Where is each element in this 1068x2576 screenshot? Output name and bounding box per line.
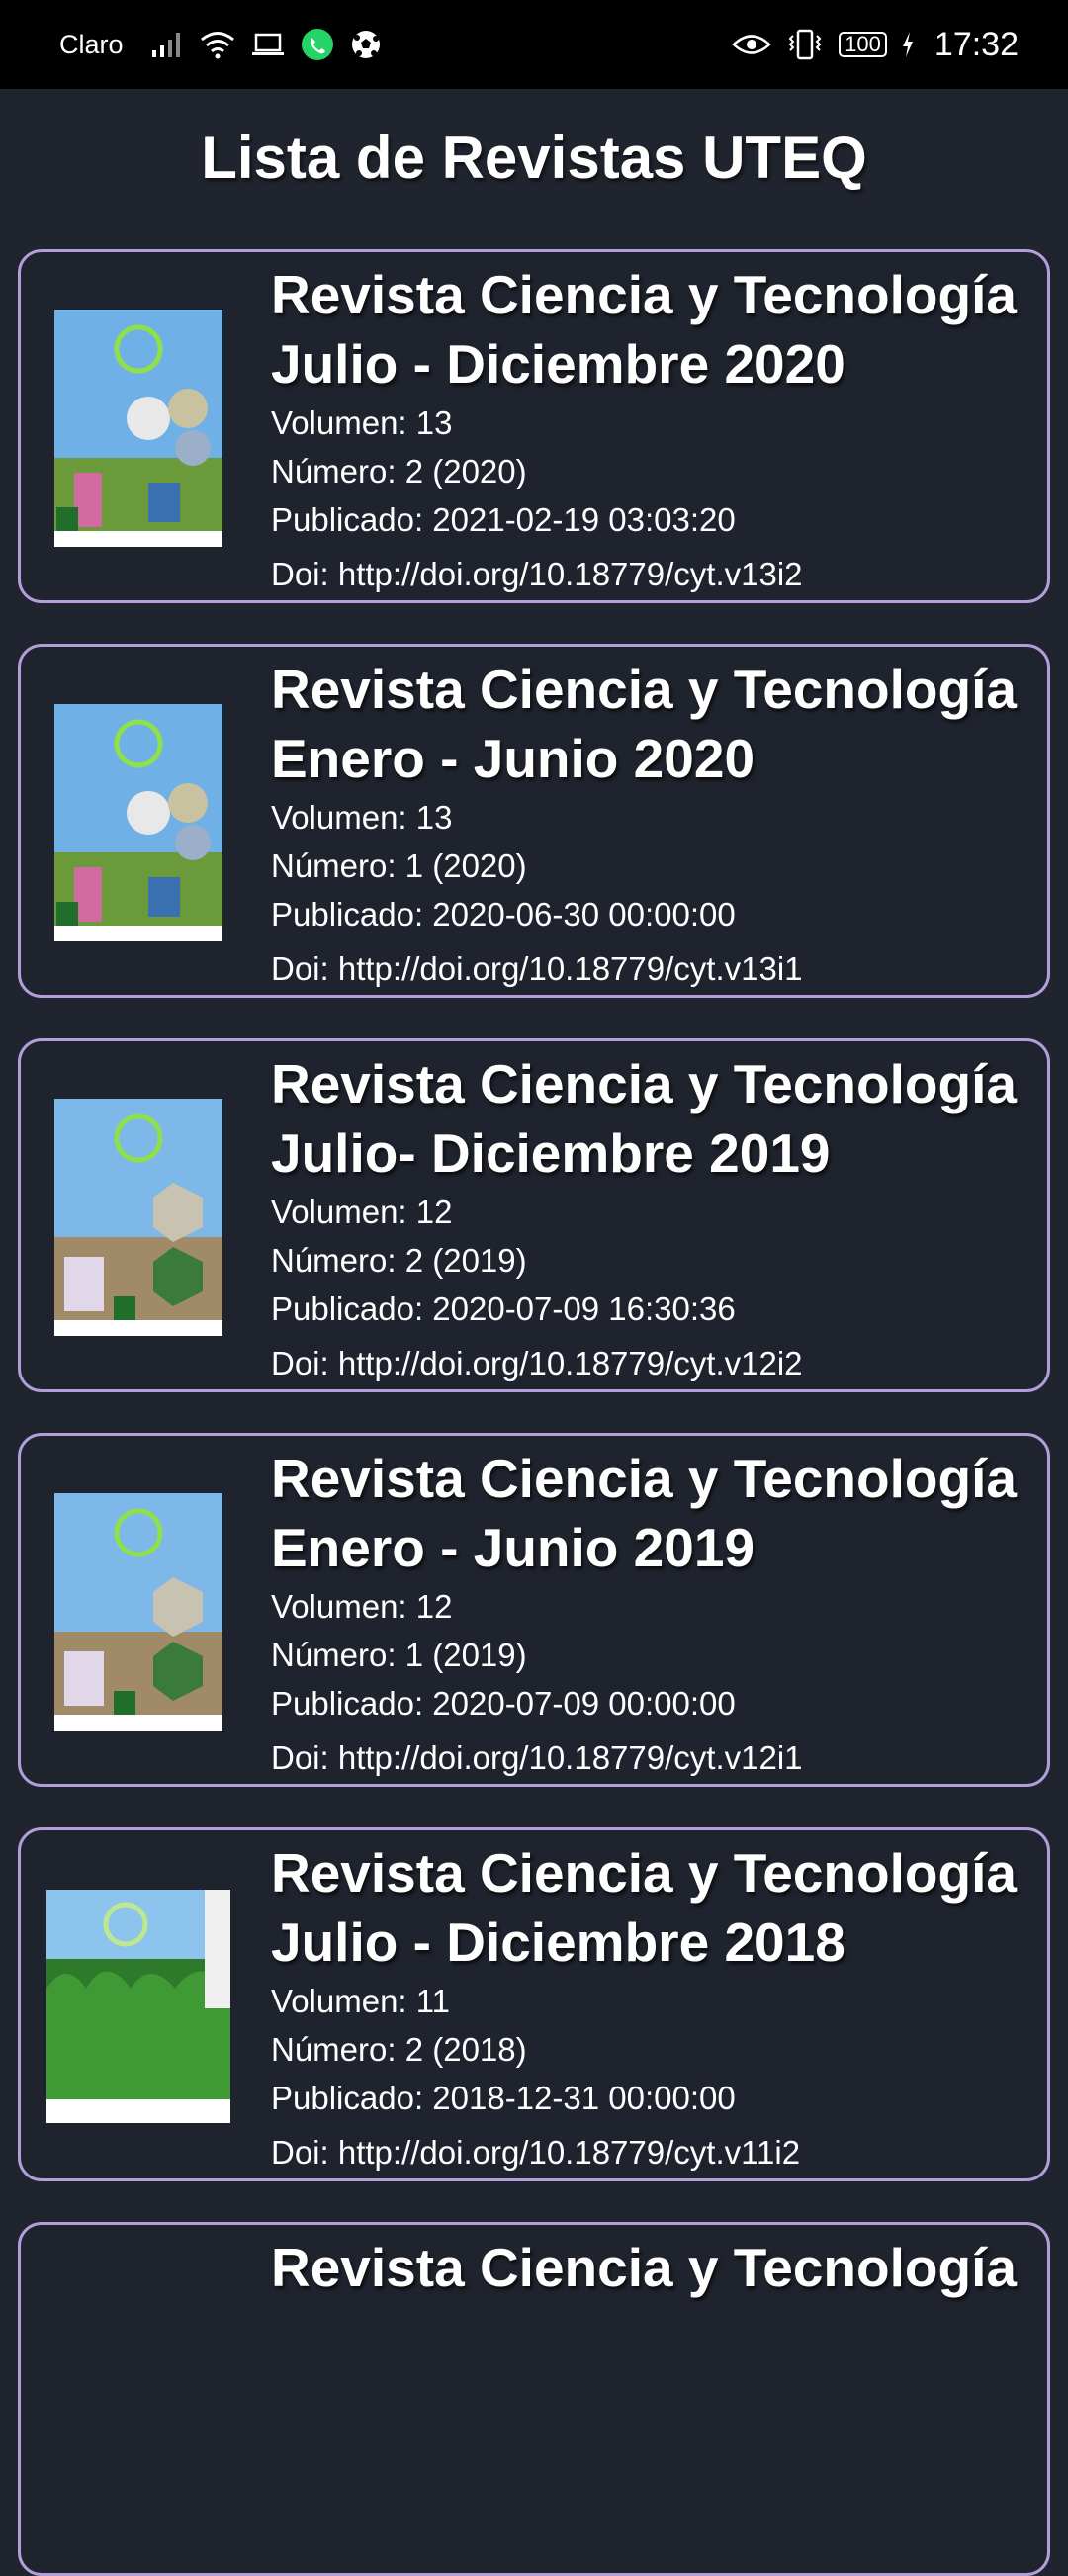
journal-info: Revista Ciencia y Tecnología Julio- Dici… (271, 1049, 1047, 1387)
vibrate-icon (785, 28, 825, 61)
journal-card[interactable]: Revista Ciencia y Tecnología Enero - Jun… (18, 1433, 1050, 1787)
journal-card[interactable]: Revista Ciencia y Tecnología Julio - Dic… (18, 1827, 1050, 2181)
journal-title: Revista Ciencia y Tecnología (271, 2237, 1017, 2298)
journal-number: Número: 1 (2020) (271, 847, 527, 884)
journal-doi: Doi: http://doi.org/10.18779/cyt.v12i1 (271, 1739, 803, 1776)
wifi-icon (199, 30, 236, 59)
journal-doi: Doi: http://doi.org/10.18779/cyt.v13i2 (271, 556, 803, 592)
status-bar-right: 100 17:32 (732, 26, 1019, 64)
journal-doi: Doi: http://doi.org/10.18779/cyt.v13i1 (271, 950, 803, 987)
journal-title: Revista Ciencia y Tecnología (271, 1448, 1017, 1509)
status-bar-left: Claro (59, 27, 383, 62)
journal-info: Revista Ciencia y Tecnología Enero - Jun… (271, 655, 1047, 993)
journal-cover-image (54, 1493, 222, 1731)
journal-volume: Volumen: 12 (271, 1194, 453, 1230)
journal-info: Revista Ciencia y Tecnología Julio - Dic… (271, 260, 1047, 598)
page-title: Lista de Revistas UTEQ (201, 125, 867, 191)
eye-icon (732, 32, 772, 57)
journal-card[interactable]: Revista Ciencia y Tecnología Julio - Dic… (18, 249, 1050, 603)
signal-icon (151, 31, 185, 58)
laptop-icon (250, 31, 286, 58)
journal-published: Publicado: 2020-06-30 00:00:00 (271, 896, 736, 933)
journal-volume: Volumen: 12 (271, 1588, 453, 1625)
clock: 17:32 (934, 25, 1019, 63)
charging-icon (901, 31, 915, 58)
journal-title: Revista Ciencia y Tecnología (271, 1053, 1017, 1114)
whatsapp-icon (300, 27, 335, 62)
journal-doi: Doi: http://doi.org/10.18779/cyt.v11i2 (271, 2134, 801, 2171)
journal-cover-image (54, 310, 222, 547)
carrier-name: Claro (59, 29, 124, 59)
journal-cover-image (54, 704, 222, 941)
journal-number: Número: 2 (2019) (271, 1242, 527, 1279)
journal-period: Julio - Diciembre 2020 (271, 333, 846, 395)
soccer-ball-icon (349, 28, 383, 61)
journal-published: Publicado: 2020-07-09 16:30:36 (271, 1290, 736, 1327)
battery-icon: 100 (839, 32, 887, 57)
journal-title: Revista Ciencia y Tecnología (271, 264, 1017, 325)
journal-number: Número: 1 (2019) (271, 1637, 527, 1673)
journal-volume: Volumen: 13 (271, 799, 453, 836)
journal-period: Enero - Junio 2019 (271, 1517, 756, 1578)
journal-title: Revista Ciencia y Tecnología (271, 659, 1017, 720)
journal-info: Revista Ciencia y Tecnología Julio - Dic… (271, 1838, 1047, 2176)
journal-volume: Volumen: 11 (271, 1983, 451, 2019)
journal-card[interactable]: Revista Ciencia y Tecnología Julio- Dici… (18, 1038, 1050, 1392)
journal-cover-image (54, 1099, 222, 1336)
journal-doi: Doi: http://doi.org/10.18779/cyt.v12i2 (271, 1345, 803, 1381)
journal-number: Número: 2 (2018) (271, 2031, 527, 2068)
journal-published: Publicado: 2020-07-09 00:00:00 (271, 1685, 736, 1722)
journal-title: Revista Ciencia y Tecnología (271, 1842, 1017, 1904)
journal-volume: Volumen: 13 (271, 404, 453, 441)
journal-period: Enero - Junio 2020 (271, 728, 756, 789)
journal-number: Número: 2 (2020) (271, 453, 527, 489)
journal-cover-image (46, 1890, 230, 2123)
journal-info: Revista Ciencia y Tecnología Enero - Jun… (271, 1444, 1047, 1782)
journal-info: Revista Ciencia y Tecnología (271, 2233, 1047, 2302)
journal-card[interactable]: Revista Ciencia y Tecnología (18, 2222, 1050, 2576)
journal-card[interactable]: Revista Ciencia y Tecnología Enero - Jun… (18, 644, 1050, 998)
status-bar: Claro 100 17:32 (0, 0, 1068, 89)
journal-published: Publicado: 2021-02-19 03:03:20 (271, 501, 736, 538)
journal-period: Julio- Diciembre 2019 (271, 1122, 831, 1184)
journal-period: Julio - Diciembre 2018 (271, 1911, 846, 1973)
journal-published: Publicado: 2018-12-31 00:00:00 (271, 2080, 736, 2116)
